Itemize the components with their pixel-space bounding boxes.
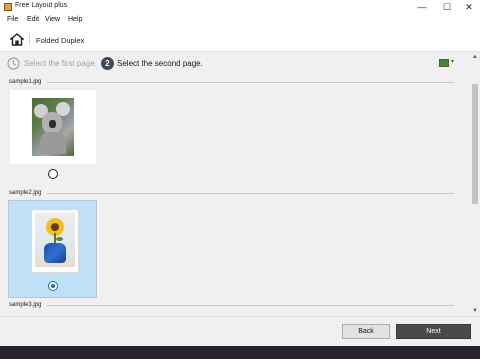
koala-body [40, 132, 66, 154]
group-divider [47, 82, 454, 83]
menu-bar: File Edit View Help [0, 14, 480, 27]
home-icon[interactable] [10, 33, 24, 46]
photo-background [35, 213, 75, 267]
menu-view[interactable]: View [45, 16, 60, 23]
radio-sample1[interactable] [48, 169, 58, 179]
blue-vase [44, 243, 66, 263]
title-bar: Free Layout plus — ☐ ✕ [0, 0, 480, 14]
app-window: Free Layout plus — ☐ ✕ File Edit View He… [0, 0, 480, 346]
menu-file[interactable]: File [7, 16, 18, 23]
header-divider [29, 34, 30, 45]
thumbnail-card-sample2[interactable] [8, 200, 97, 298]
scroll-up-icon[interactable]: ▲ [470, 52, 480, 62]
step2-badge: 2 [101, 57, 114, 70]
group-label-sample1: sample1.jpg [9, 79, 42, 85]
group-divider [47, 193, 454, 194]
koala-photo [32, 98, 74, 156]
scroll-thumb[interactable] [472, 84, 478, 204]
radio-sample2[interactable] [48, 281, 58, 291]
header-bar: Folded Duplex [0, 27, 480, 52]
app-icon [4, 3, 12, 11]
thumbnail-card-sample1[interactable] [10, 90, 96, 164]
group-divider [47, 305, 454, 306]
scroll-down-icon[interactable]: ▼ [470, 306, 480, 316]
display-mode-icon[interactable] [439, 59, 449, 67]
koala-nose [49, 120, 56, 128]
step1-clock-icon [7, 57, 20, 70]
display-mode-caret-icon[interactable]: ▾ [451, 58, 454, 65]
step1-label[interactable]: Select the first page. [24, 59, 97, 68]
menu-edit[interactable]: Edit [27, 16, 39, 23]
step2-label: Select the second page. [117, 59, 203, 68]
sunflower-center [51, 223, 59, 231]
radio-dot [51, 284, 55, 288]
step-bar: Select the first page. 2 Select the seco… [0, 52, 470, 76]
back-button[interactable]: Back [342, 324, 390, 339]
group-label-sample2: sample2.jpg [9, 190, 42, 196]
image-list: sample1.jpg sample2.jpg sample3.jpg [0, 76, 470, 316]
next-button[interactable]: Next [396, 324, 471, 339]
vertical-scrollbar[interactable]: ▲ ▼ [470, 52, 480, 316]
close-button[interactable]: ✕ [458, 0, 480, 14]
group-label-sample3: sample3.jpg [9, 302, 42, 308]
minimize-button[interactable]: — [411, 0, 433, 14]
sunflower-photo [31, 209, 79, 273]
maximize-button[interactable]: ☐ [436, 0, 458, 14]
sunflower-leaf [56, 237, 63, 241]
menu-help[interactable]: Help [68, 16, 82, 23]
page-title: Folded Duplex [36, 36, 85, 45]
footer-bar: Back Next [0, 316, 480, 346]
window-title: Free Layout plus [15, 2, 68, 9]
